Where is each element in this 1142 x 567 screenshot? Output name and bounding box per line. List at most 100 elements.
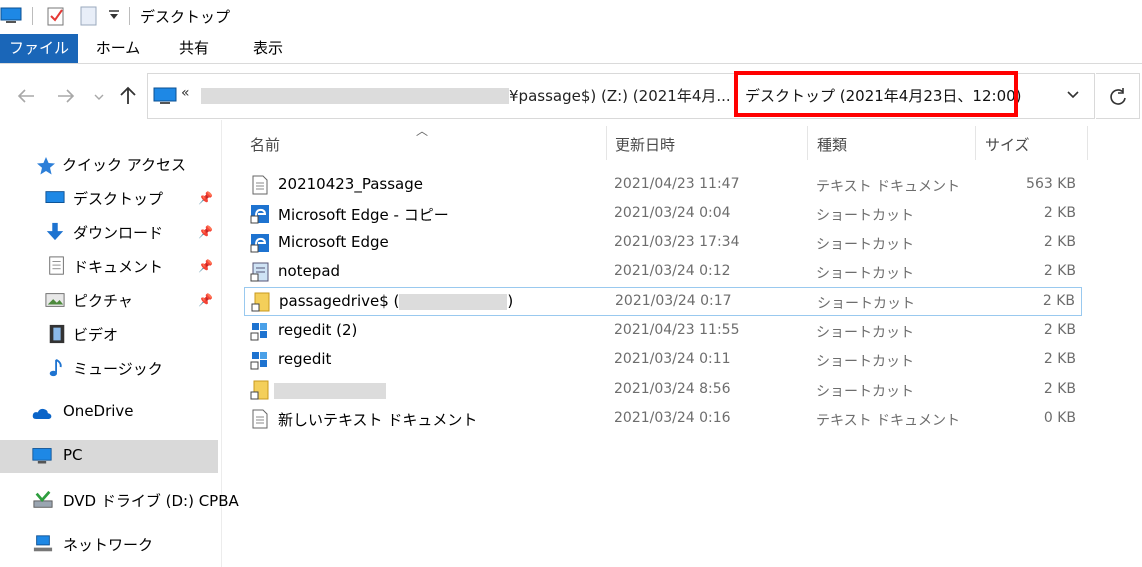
sort-ascending-icon: ︿ <box>416 124 429 138</box>
nav-item-label: OneDrive <box>63 402 134 420</box>
file-row[interactable]: Microsoft Edge - コピー 2021/03/24 0:04 ショー… <box>244 200 1082 229</box>
pin-icon[interactable]: 📌 <box>198 293 213 307</box>
highlight-annotation <box>734 71 1018 117</box>
file-row[interactable]: 20210423_Passage 2021/04/23 11:47 テキスト ド… <box>244 171 1082 200</box>
pin-icon[interactable]: 📌 <box>198 225 213 239</box>
nav-item-label: ビデオ <box>73 326 119 344</box>
nav-item-quick-access[interactable]: クイック アクセス <box>0 148 218 181</box>
desktop-icon <box>45 191 65 203</box>
nav-item-videos[interactable]: ビデオ <box>0 318 218 351</box>
column-separator[interactable] <box>606 126 607 160</box>
column-header-size[interactable]: サイズ <box>985 134 1030 155</box>
file-name: Microsoft Edge - コピー <box>278 206 449 224</box>
file-name: Microsoft Edge <box>278 233 389 251</box>
nav-item-onedrive[interactable]: OneDrive <box>0 396 218 429</box>
file-type: ショートカット <box>816 354 914 370</box>
nav-item-downloads[interactable]: ダウンロード 📌 <box>0 216 218 249</box>
forward-arrow-icon[interactable] <box>56 88 76 104</box>
file-name: passagedrive$ () <box>279 292 513 310</box>
file-name: regedit (2) <box>278 321 358 339</box>
nav-item-label: ミュージック <box>73 360 163 378</box>
file-type: ショートカット <box>817 296 915 312</box>
file-row[interactable]: notepad 2021/03/24 0:12 ショートカット 2 KB <box>244 258 1082 287</box>
file-name: notepad <box>278 262 341 280</box>
network-icon <box>33 535 53 552</box>
properties-icon[interactable] <box>47 6 65 26</box>
folder-shortcut-icon <box>250 380 269 400</box>
notepad-shortcut-icon <box>250 262 269 282</box>
file-date: 2021/03/24 0:16 <box>614 410 731 426</box>
file-name: regedit <box>278 350 332 368</box>
pin-icon[interactable]: 📌 <box>198 259 213 273</box>
file-date: 2021/03/24 0:04 <box>614 205 731 221</box>
column-header-date[interactable]: 更新日時 <box>615 134 675 155</box>
column-header-type[interactable]: 種類 <box>817 134 847 155</box>
toolbar-separator <box>129 7 130 25</box>
file-name-suffix: ) <box>507 292 514 310</box>
refresh-button[interactable] <box>1096 73 1140 119</box>
pictures-icon <box>45 293 65 307</box>
file-row[interactable]: passagedrive$ () 2021/03/24 0:17 ショートカット… <box>244 287 1082 316</box>
file-name-prefix: passagedrive$ ( <box>279 292 400 310</box>
video-icon <box>49 324 65 344</box>
column-separator[interactable] <box>1087 126 1088 160</box>
nav-item-music[interactable]: ミュージック <box>0 352 218 385</box>
file-size: 2 KB <box>1043 205 1076 221</box>
tab-view[interactable]: 表示 <box>240 34 296 63</box>
up-arrow-icon[interactable] <box>119 86 137 106</box>
column-separator[interactable] <box>975 126 976 160</box>
window-title: デスクトップ <box>140 8 231 26</box>
nav-item-desktop[interactable]: デスクトップ 📌 <box>0 182 218 215</box>
monitor-icon[interactable] <box>0 6 22 24</box>
nav-item-network[interactable]: ネットワーク <box>0 528 218 561</box>
file-date: 2021/03/24 0:17 <box>615 293 732 309</box>
toolbar-separator <box>32 7 33 25</box>
file-row[interactable]: regedit (2) 2021/04/23 11:55 ショートカット 2 K… <box>244 317 1082 346</box>
tab-share[interactable]: 共有 <box>166 34 222 63</box>
file-size: 563 KB <box>1026 176 1076 192</box>
file-type: テキスト ドキュメント <box>816 413 961 429</box>
file-date: 2021/03/24 0:12 <box>614 263 731 279</box>
nav-item-label: DVD ドライブ (D:) CPBA <box>63 492 239 510</box>
nav-item-label: デスクトップ <box>73 190 164 208</box>
folder-shortcut-icon <box>251 292 270 312</box>
nav-item-pictures[interactable]: ピクチャ 📌 <box>0 284 218 317</box>
chevron-down-icon[interactable] <box>1063 84 1083 104</box>
tab-file[interactable]: ファイル <box>0 34 78 63</box>
file-name: 新しいテキスト ドキュメント <box>278 411 478 429</box>
column-separator[interactable] <box>807 126 808 160</box>
new-folder-icon[interactable] <box>80 6 98 26</box>
back-arrow-icon[interactable] <box>16 88 36 104</box>
file-row[interactable]: regedit 2021/03/24 0:11 ショートカット 2 KB <box>244 346 1082 375</box>
pc-icon <box>32 448 52 464</box>
file-size: 2 KB <box>1043 234 1076 250</box>
recent-locations-icon[interactable] <box>93 92 105 102</box>
file-row[interactable]: 新しいテキスト ドキュメント 2021/03/24 0:16 テキスト ドキュメ… <box>244 405 1082 434</box>
breadcrumb-overflow-icon[interactable]: « <box>181 85 190 101</box>
breadcrumb-path[interactable]: ¥passage$) (Z:) (2021年4月... <box>509 85 731 106</box>
file-size: 2 KB <box>1043 322 1076 338</box>
tab-home[interactable]: ホーム <box>86 34 150 63</box>
file-row[interactable]: Microsoft Edge 2021/03/23 17:34 ショートカット … <box>244 229 1082 258</box>
file-row[interactable]: 2021/03/24 8:56 ショートカット 2 KB <box>244 376 1082 405</box>
column-header-name[interactable]: 名前 <box>250 134 280 155</box>
file-size: 2 KB <box>1043 381 1076 397</box>
pc-icon <box>153 87 177 104</box>
ribbon-tabs: ファイル ホーム 共有 表示 <box>0 34 1142 64</box>
music-icon <box>49 359 62 377</box>
nav-item-pc[interactable]: PC <box>0 440 218 473</box>
file-date: 2021/03/24 0:11 <box>614 351 731 367</box>
nav-item-documents[interactable]: ドキュメント 📌 <box>0 250 218 283</box>
nav-item-label: ダウンロード <box>73 224 164 242</box>
nav-item-label: ピクチャ <box>73 292 133 310</box>
redacted-text <box>399 293 508 310</box>
regedit-shortcut-icon <box>250 352 267 370</box>
file-type: テキスト ドキュメント <box>816 179 961 195</box>
customize-toolbar-icon[interactable] <box>108 9 120 21</box>
pin-icon[interactable]: 📌 <box>198 191 213 205</box>
refresh-icon <box>1110 88 1126 105</box>
nav-item-dvd-drive[interactable]: DVD ドライブ (D:) CPBA <box>0 484 239 517</box>
file-size: 2 KB <box>1042 293 1075 309</box>
document-icon <box>49 256 64 275</box>
redacted-path <box>201 88 509 104</box>
